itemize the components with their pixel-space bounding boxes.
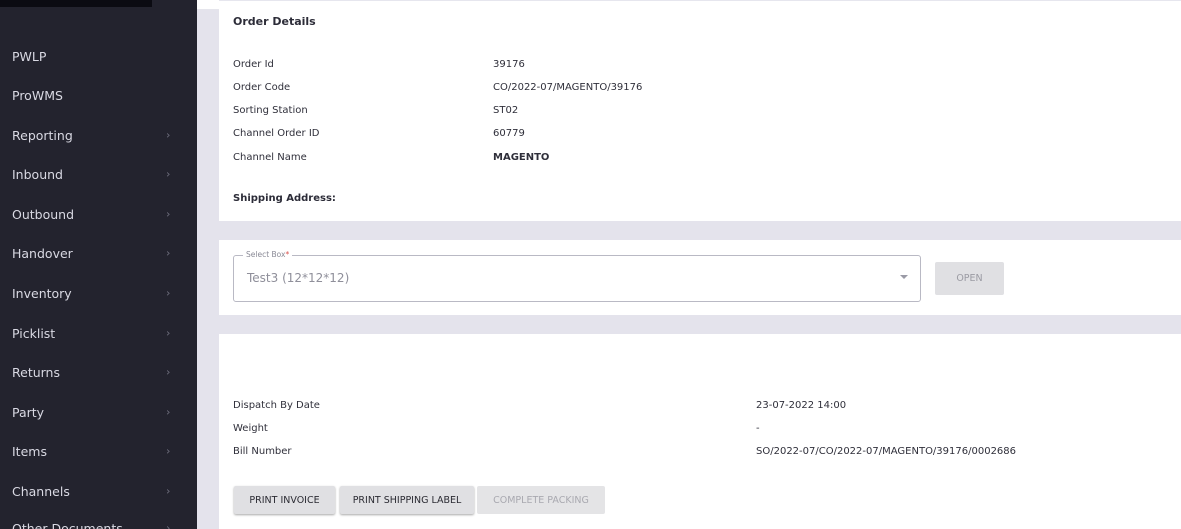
sidebar-item-handover[interactable]: Handover ›: [0, 238, 197, 268]
sidebar: PWLP ProWMS Reporting › Inbound › Outbou…: [0, 0, 197, 529]
chevron-right-icon: ›: [166, 521, 171, 529]
complete-packing-button[interactable]: COMPLETE PACKING: [477, 486, 605, 514]
sidebar-item-label: Items: [12, 443, 47, 459]
sidebar-item-label: Channels: [12, 483, 70, 499]
channel-order-id-value: 60779: [493, 128, 525, 139]
dispatch-card: Dispatch By Date 23-07-2022 14:00 Weight…: [219, 334, 1181, 529]
sidebar-item-outbound[interactable]: Outbound ›: [0, 199, 197, 229]
chevron-right-icon: ›: [166, 405, 171, 419]
sidebar-item-returns[interactable]: Returns ›: [0, 357, 197, 387]
print-invoice-button[interactable]: PRINT INVOICE: [234, 486, 335, 514]
required-mark: *: [285, 250, 290, 259]
shipping-address-label: Shipping Address:: [233, 193, 336, 204]
order-id-label: Order Id: [233, 59, 274, 70]
logo-bar: [0, 0, 152, 7]
sidebar-item-channels[interactable]: Channels ›: [0, 476, 197, 506]
select-box-dropdown[interactable]: Select Box* Test3 (12*12*12): [233, 250, 921, 302]
bill-number-label: Bill Number: [233, 446, 292, 457]
sidebar-item-pwlp[interactable]: PWLP: [0, 41, 197, 71]
select-box-value: Test3 (12*12*12): [247, 271, 350, 285]
sidebar-item-inbound[interactable]: Inbound ›: [0, 159, 197, 189]
sidebar-item-label: Picklist: [12, 325, 56, 341]
sidebar-item-label: Other Documents: [12, 520, 123, 529]
sidebar-item-inventory[interactable]: Inventory ›: [0, 278, 197, 308]
bill-number-value: SO/2022-07/CO/2022-07/MAGENTO/39176/0002…: [756, 446, 1017, 457]
select-box-legend: Select Box*: [243, 250, 293, 259]
sidebar-item-label: Outbound: [12, 206, 75, 222]
chevron-right-icon: ›: [166, 207, 171, 221]
channel-name-label: Channel Name: [233, 152, 307, 163]
sidebar-item-label: Handover: [12, 245, 73, 261]
weight-value: -: [756, 423, 760, 434]
box-select-card: Select Box* Test3 (12*12*12) OPEN: [219, 240, 1181, 315]
caret-down-icon[interactable]: [900, 275, 908, 279]
chevron-right-icon: ›: [166, 286, 171, 300]
sidebar-item-other-documents[interactable]: Other Documents ›: [0, 513, 197, 529]
chevron-right-icon: ›: [166, 484, 171, 498]
sidebar-item-label: Inventory: [12, 285, 72, 301]
sidebar-item-reporting[interactable]: Reporting ›: [0, 120, 197, 150]
channel-name-value: MAGENTO: [493, 152, 550, 163]
sidebar-item-label: Returns: [12, 364, 60, 380]
chevron-right-icon: ›: [166, 128, 171, 142]
sidebar-item-label: ProWMS: [12, 87, 63, 103]
print-shipping-label-button[interactable]: PRINT SHIPPING LABEL: [340, 486, 474, 514]
weight-label: Weight: [233, 423, 268, 434]
chevron-right-icon: ›: [166, 326, 171, 340]
channel-order-id-label: Channel Order ID: [233, 128, 320, 139]
sorting-station-label: Sorting Station: [233, 105, 308, 116]
sidebar-item-label: PWLP: [12, 48, 47, 64]
sidebar-item-picklist[interactable]: Picklist ›: [0, 318, 197, 348]
chevron-right-icon: ›: [166, 444, 171, 458]
sidebar-item-label: Inbound: [12, 166, 63, 182]
dispatch-by-date-label: Dispatch By Date: [233, 400, 320, 411]
sidebar-item-prowms[interactable]: ProWMS: [0, 80, 197, 110]
sorting-station-value: ST02: [493, 105, 519, 116]
sidebar-item-label: Party: [12, 404, 45, 420]
order-details-card: Order Details Order Id 39176 Order Code …: [219, 0, 1181, 221]
order-code-label: Order Code: [233, 82, 291, 93]
order-code-value: CO/2022-07/MAGENTO/39176: [493, 82, 643, 93]
chevron-right-icon: ›: [166, 167, 171, 181]
order-details-title: Order Details: [233, 15, 316, 28]
order-id-value: 39176: [493, 59, 525, 70]
sidebar-item-items[interactable]: Items ›: [0, 436, 197, 466]
sidebar-item-label: Reporting: [12, 127, 73, 143]
open-button[interactable]: OPEN: [935, 262, 1004, 295]
sidebar-item-party[interactable]: Party ›: [0, 397, 197, 427]
chevron-right-icon: ›: [166, 365, 171, 379]
dispatch-by-date-value: 23-07-2022 14:00: [756, 400, 847, 411]
chevron-right-icon: ›: [166, 246, 171, 260]
